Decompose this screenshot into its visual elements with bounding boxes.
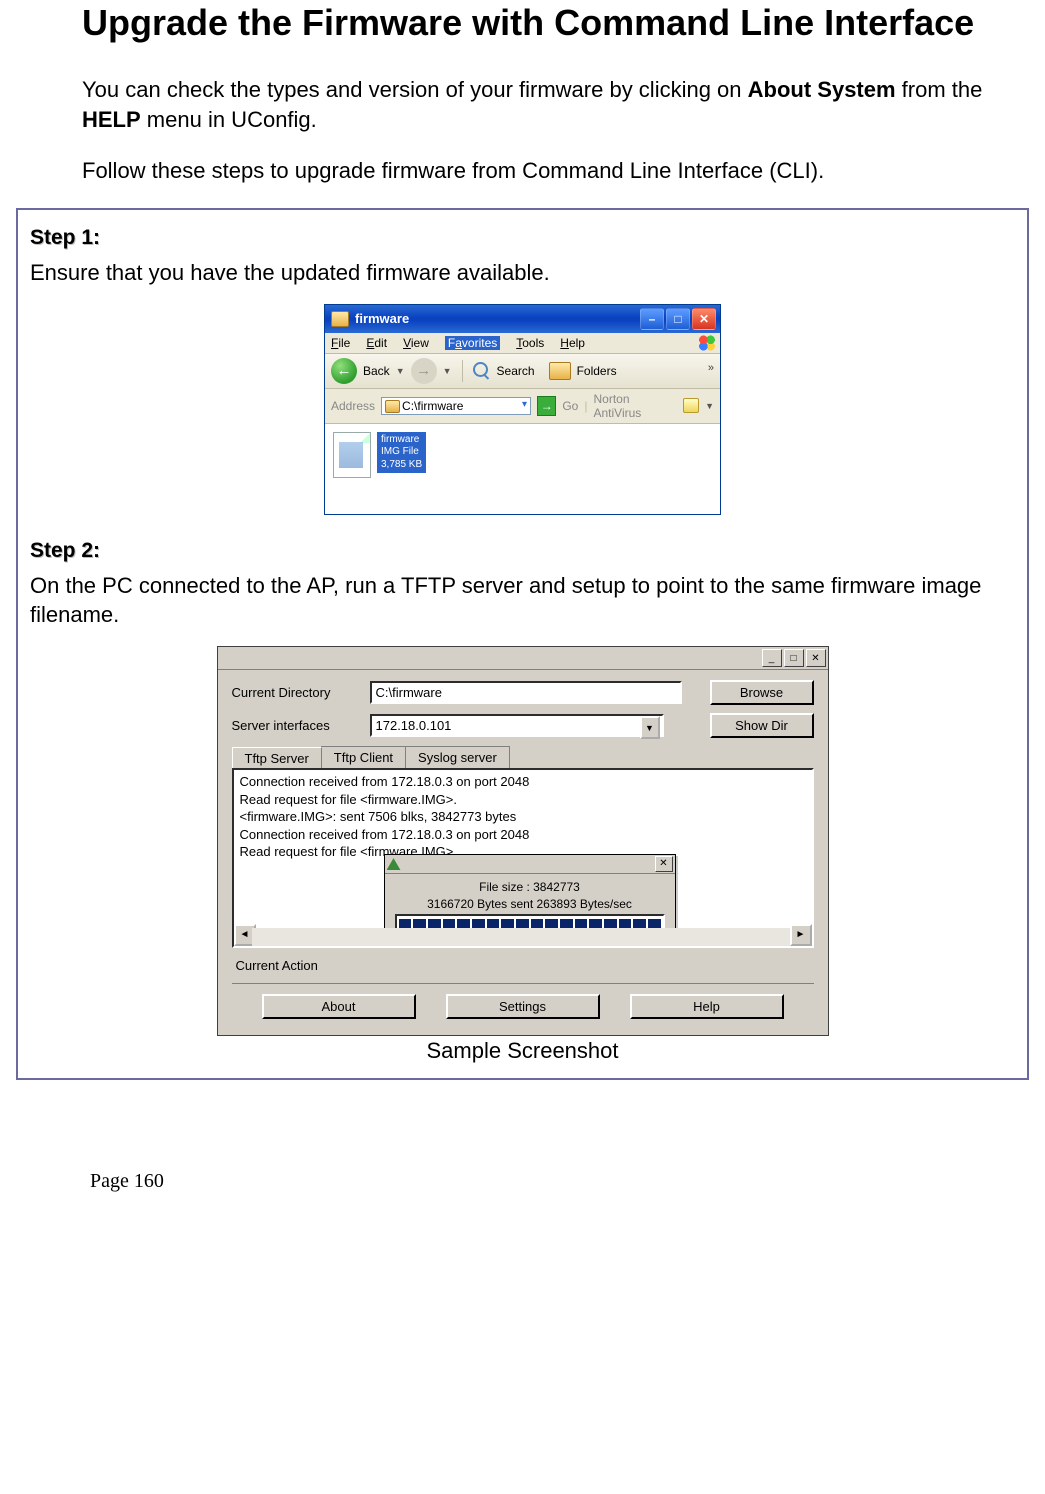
progress-file-size: File size : 3842773	[395, 879, 665, 895]
back-label: Back	[363, 364, 390, 378]
intro-paragraph-1: You can check the types and version of y…	[82, 75, 993, 134]
minimize-button[interactable]: –	[640, 308, 664, 330]
current-directory-input[interactable]: C:\firmware	[370, 681, 682, 704]
steps-container: Step 1: Ensure that you have the updated…	[16, 208, 1029, 1080]
intro-paragraph-2: Follow these steps to upgrade firmware f…	[82, 156, 993, 186]
about-button[interactable]: About	[262, 994, 416, 1019]
step-1-label: Step 1:	[30, 226, 1015, 250]
browse-button[interactable]: Browse	[710, 680, 814, 705]
log-line: <firmware.IMG>: sent 7506 blks, 3842773 …	[240, 808, 806, 826]
tab-syslog-server[interactable]: Syslog server	[405, 746, 510, 768]
current-action-label: Current Action	[236, 958, 814, 973]
norton-label[interactable]: Norton AntiVirus	[593, 392, 676, 420]
server-interfaces-select[interactable]: 172.18.0.101	[370, 714, 664, 737]
step-2-text: On the PC connected to the AP, run a TFT…	[30, 571, 1015, 630]
log-line: Read request for file <firmware.IMG>.	[240, 791, 806, 809]
server-interfaces-label: Server interfaces	[232, 718, 362, 733]
go-button[interactable]: →	[537, 396, 556, 416]
log-line: Connection received from 172.18.0.3 on p…	[240, 826, 806, 844]
menu-edit[interactable]: Edit	[366, 336, 387, 350]
tftp-tabs: Tftp Server Tftp Client Syslog server	[232, 746, 814, 768]
search-icon	[473, 362, 491, 380]
menu-help[interactable]: Help	[560, 336, 585, 350]
explorer-addressbar: Address C:\firmware → Go | Norton AntiVi…	[325, 389, 720, 424]
go-label: Go	[562, 399, 578, 413]
tftp-titlebar[interactable]: _ □ ✕	[218, 647, 828, 670]
norton-dropdown[interactable]: ▼	[705, 401, 714, 411]
step-1-text: Ensure that you have the updated firmwar…	[30, 258, 1015, 288]
scroll-right-button[interactable]: ►	[790, 924, 812, 946]
maximize-button[interactable]: □	[666, 308, 690, 330]
tab-tftp-client[interactable]: Tftp Client	[321, 746, 406, 768]
page-title: Upgrade the Firmware with Command Line I…	[82, 0, 993, 45]
folder-icon	[331, 311, 349, 327]
windows-logo-icon	[698, 335, 716, 351]
menu-favorites[interactable]: Favorites	[445, 336, 500, 350]
folders-icon	[549, 362, 571, 380]
address-label: Address	[331, 399, 375, 413]
step-2-label: Step 2:	[30, 539, 1015, 563]
progress-bytes-sent: 3166720 Bytes sent 263893 Bytes/sec	[395, 896, 665, 912]
tftp-footer: About Settings Help	[232, 983, 814, 1023]
minimize-button[interactable]: _	[762, 649, 782, 667]
about-system-label: About System	[748, 77, 896, 102]
menu-file[interactable]: File	[331, 336, 350, 350]
intro-text: You can check the types and version of y…	[82, 77, 748, 102]
explorer-body: firmware IMG File 3,785 KB	[325, 424, 720, 514]
explorer-title: firmware	[355, 311, 640, 326]
tftp-log: Connection received from 172.18.0.3 on p…	[232, 768, 814, 948]
log-line: Connection received from 172.18.0.3 on p…	[240, 773, 806, 791]
show-dir-button[interactable]: Show Dir	[710, 713, 814, 738]
forward-dropdown[interactable]: ▼	[443, 366, 452, 376]
explorer-titlebar[interactable]: firmware – □ ✕	[325, 305, 720, 333]
menu-tools[interactable]: Tools	[516, 336, 544, 350]
explorer-menubar: File Edit View Favorites Tools Help	[325, 333, 720, 354]
back-dropdown[interactable]: ▼	[396, 366, 405, 376]
tab-tftp-server[interactable]: Tftp Server	[232, 747, 322, 769]
toolbar-overflow[interactable]: »	[708, 362, 714, 374]
folders-button[interactable]: Folders	[577, 364, 617, 378]
explorer-toolbar: ← Back ▼ → ▼ Search Folders »	[325, 354, 720, 389]
screenshot-caption: Sample Screenshot	[427, 1038, 619, 1064]
search-button[interactable]: Search	[497, 364, 535, 378]
page-number: Page 160	[90, 1170, 1033, 1193]
intro-text: menu in UConfig.	[141, 107, 317, 132]
help-menu-label: HELP	[82, 107, 141, 132]
screenshot-explorer: firmware – □ ✕ File Edit View Favorites …	[30, 304, 1015, 515]
maximize-button[interactable]: □	[784, 649, 804, 667]
close-button[interactable]: ✕	[692, 308, 716, 330]
intro-text: from the	[896, 77, 983, 102]
scrollbar-track[interactable]	[252, 928, 794, 946]
help-button[interactable]: Help	[630, 994, 784, 1019]
explorer-window: firmware – □ ✕ File Edit View Favorites …	[324, 304, 721, 515]
tftp-window: _ □ ✕ Current Directory C:\firmware Brow…	[217, 646, 829, 1036]
address-input[interactable]: C:\firmware	[381, 397, 531, 415]
toolbar-separator	[462, 360, 463, 382]
menu-view[interactable]: View	[403, 336, 429, 350]
forward-button[interactable]: →	[411, 358, 437, 384]
settings-button[interactable]: Settings	[446, 994, 600, 1019]
file-tooltip: firmware IMG File 3,785 KB	[377, 432, 426, 474]
current-directory-label: Current Directory	[232, 685, 362, 700]
close-button[interactable]: ✕	[806, 649, 826, 667]
norton-icon[interactable]	[683, 398, 699, 413]
progress-icon	[387, 858, 401, 870]
file-icon[interactable]	[333, 432, 371, 478]
back-button[interactable]: ←	[331, 358, 357, 384]
popup-close-button[interactable]: ✕	[655, 856, 673, 872]
